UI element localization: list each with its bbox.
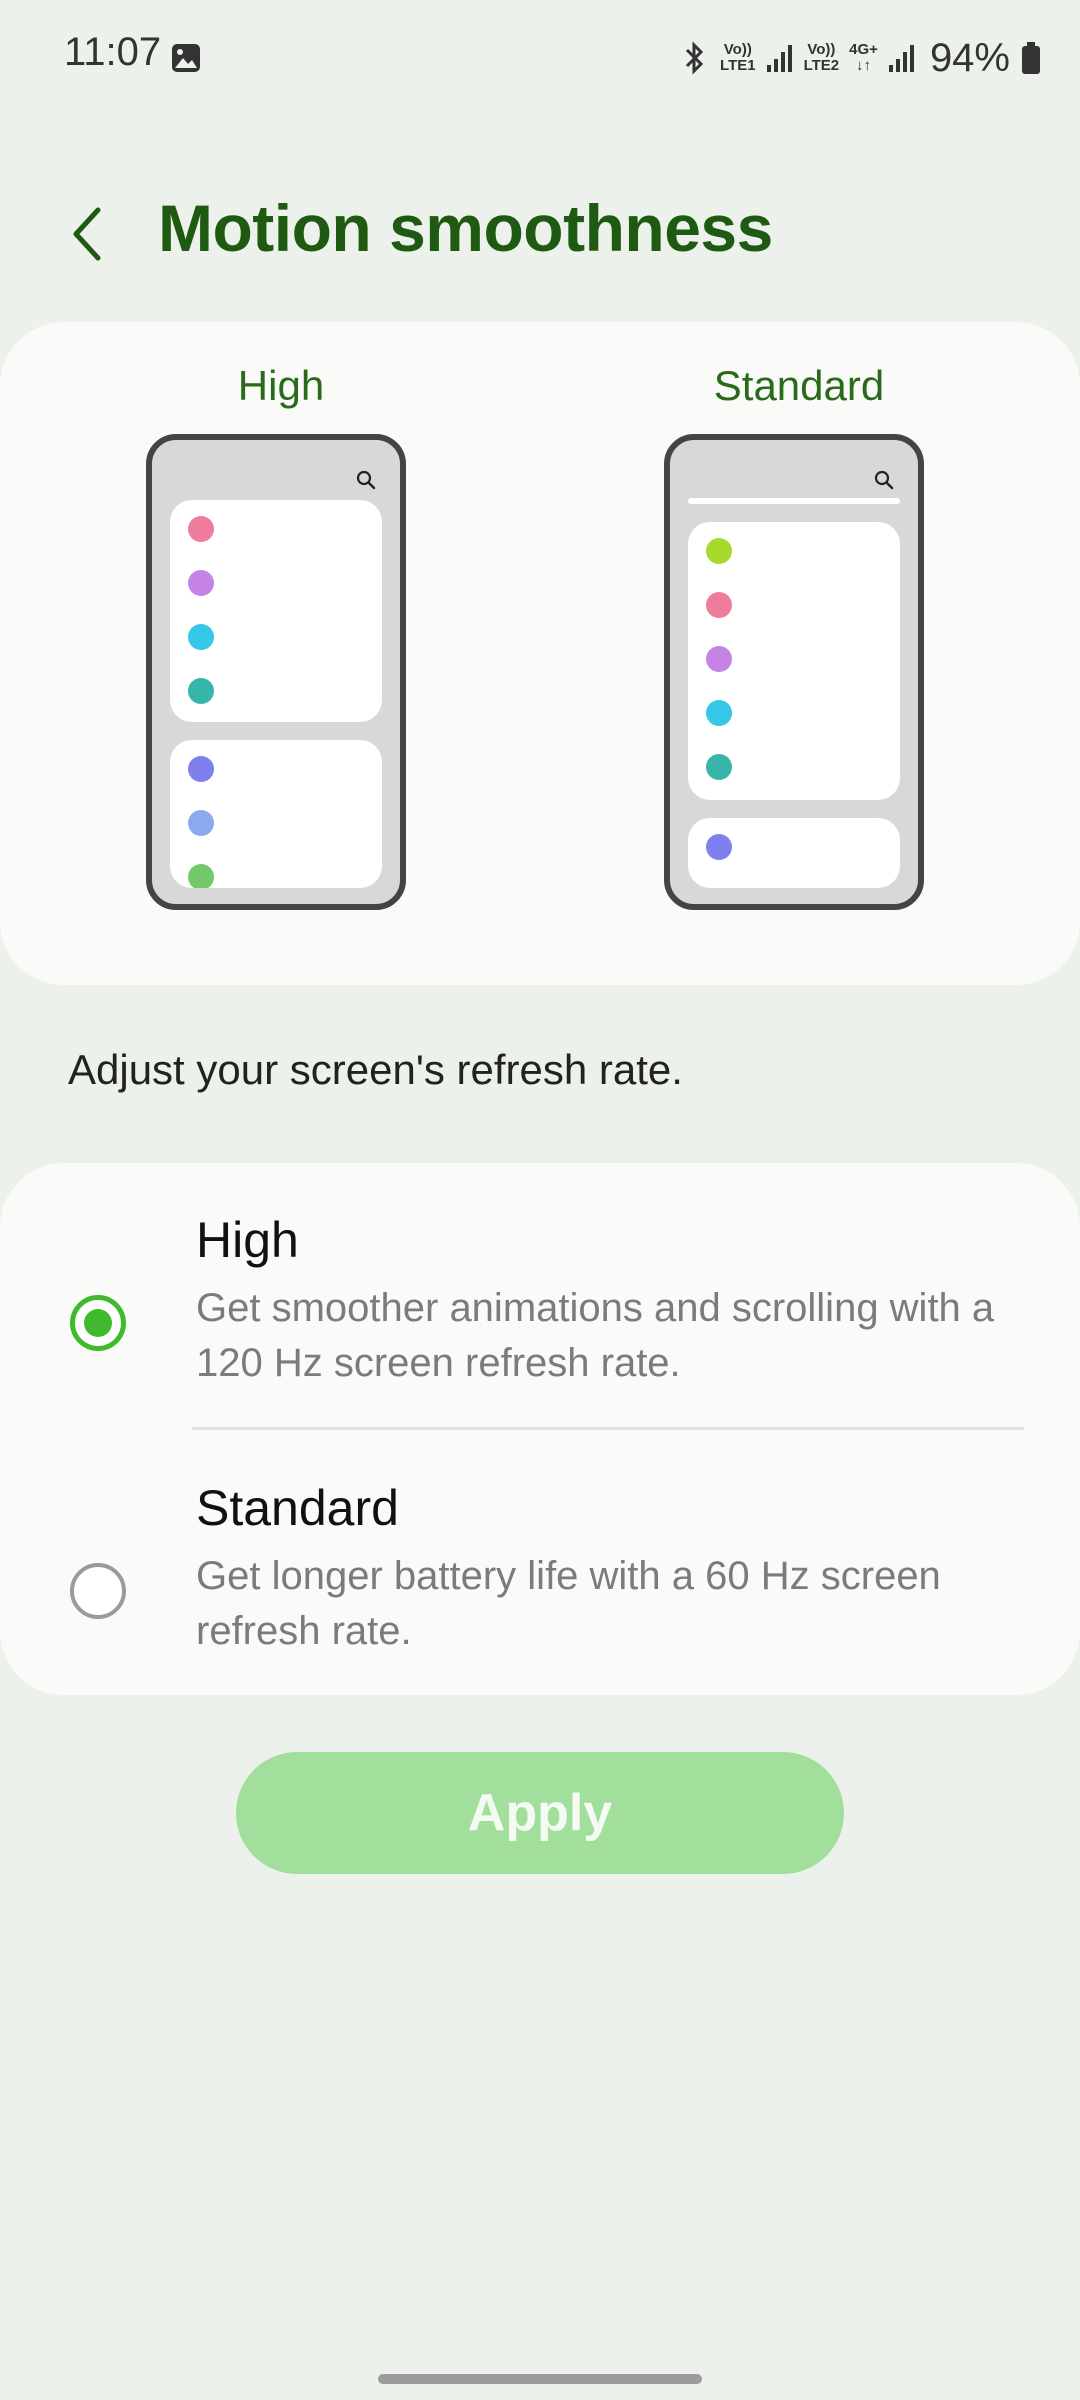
search-icon xyxy=(356,470,376,490)
option-standard-title: Standard xyxy=(196,1480,399,1536)
preview-dot xyxy=(706,834,732,860)
preview-panel xyxy=(170,500,382,722)
preview-card: High Standard xyxy=(0,322,1080,985)
search-icon xyxy=(874,470,894,490)
option-high[interactable]: High Get smoother animations and scrolli… xyxy=(0,1163,1080,1427)
preview-phone-high xyxy=(146,434,406,910)
bluetooth-icon xyxy=(685,41,704,75)
data-arrows-icon: ↓↑ xyxy=(856,57,872,74)
radio-standard[interactable] xyxy=(70,1563,126,1619)
preview-panel xyxy=(170,740,382,888)
option-high-description: Get smoother animations and scrolling wi… xyxy=(196,1286,995,1385)
signal-icon xyxy=(766,45,792,72)
description-text: Adjust your screen's refresh rate. xyxy=(68,1046,683,1093)
home-indicator[interactable] xyxy=(378,2374,702,2384)
preview-panel xyxy=(688,498,900,504)
preview-dot xyxy=(188,864,214,888)
divider xyxy=(192,1427,1024,1430)
battery-percent: 94% xyxy=(929,35,1010,80)
option-high-title: High xyxy=(196,1212,299,1268)
signal-icon xyxy=(888,45,914,72)
preview-dot xyxy=(706,538,732,564)
sim1-label: Vo)) LTE1 xyxy=(720,41,756,74)
preview-panel xyxy=(688,818,900,888)
status-icons: Vo)) LTE1 Vo)) LTE2 4G+ ↓↑ 94% xyxy=(680,30,1042,86)
preview-label-high: High xyxy=(237,362,325,409)
status-time: 11:07 xyxy=(64,30,162,74)
preview-dot xyxy=(706,592,732,618)
preview-dot xyxy=(188,678,214,704)
apply-button[interactable]: Apply xyxy=(236,1752,844,1874)
option-standard[interactable]: Standard Get longer battery life with a … xyxy=(0,1431,1080,1695)
preview-dot xyxy=(188,570,214,596)
preview-dot xyxy=(188,624,214,650)
sim2-label: Vo)) LTE2 xyxy=(803,41,840,74)
back-button[interactable] xyxy=(58,194,118,274)
preview-dot xyxy=(188,516,214,542)
options-card: High Get smoother animations and scrolli… xyxy=(0,1163,1080,1695)
status-bar: 11:07 Vo)) LTE1 Vo)) LTE2 4G+ ↓↑ 94% xyxy=(0,0,1080,116)
gallery-icon xyxy=(172,44,200,72)
network-type: 4G+ ↓↑ xyxy=(849,41,878,74)
preview-dot xyxy=(188,756,214,782)
battery-icon xyxy=(1022,42,1040,74)
preview-label-standard: Standard xyxy=(713,362,885,409)
preview-panel xyxy=(688,522,900,800)
preview-dot xyxy=(188,810,214,836)
option-standard-description: Get longer battery life with a 60 Hz scr… xyxy=(196,1554,941,1653)
chevron-left-icon xyxy=(73,207,101,261)
page-title: Motion smoothness xyxy=(158,191,773,265)
preview-dot xyxy=(706,754,732,780)
radio-high[interactable] xyxy=(70,1295,126,1351)
preview-phone-standard xyxy=(664,434,924,910)
preview-dot xyxy=(706,646,732,672)
preview-dot xyxy=(706,700,732,726)
